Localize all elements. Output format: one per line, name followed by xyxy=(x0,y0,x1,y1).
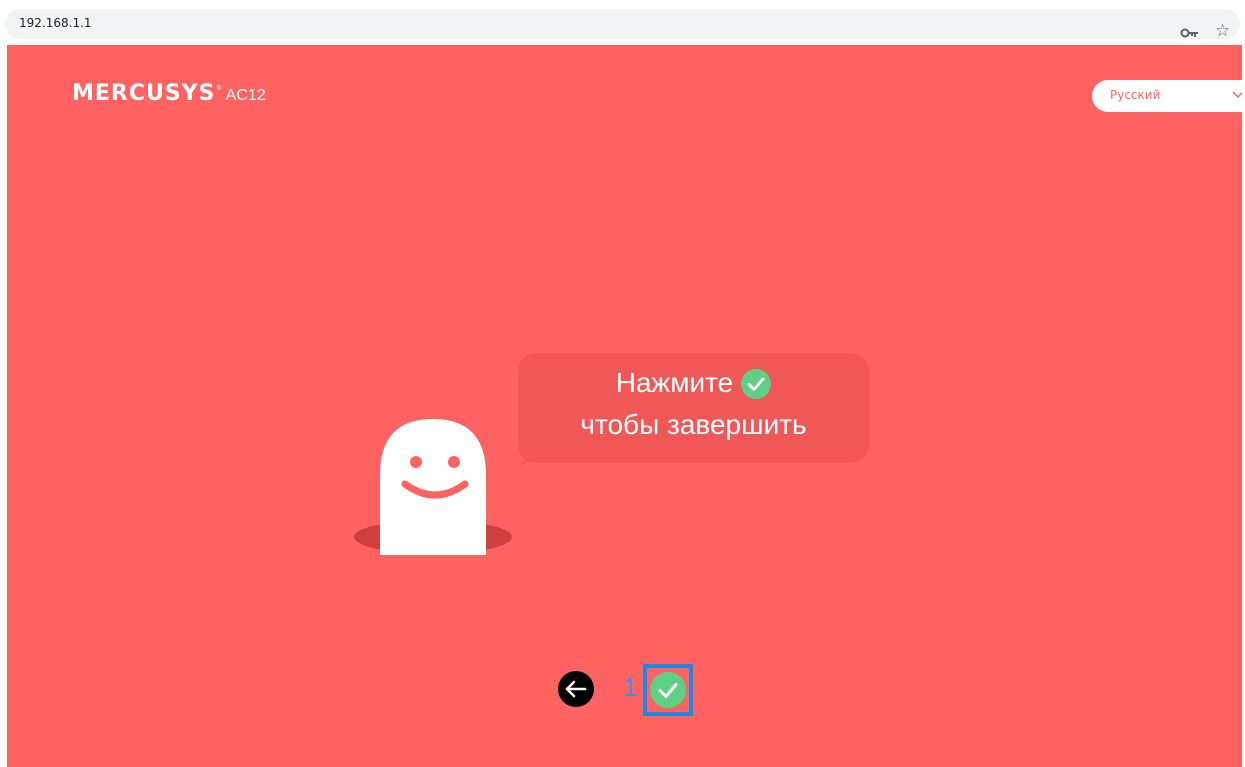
brand-name: MERCUSYS xyxy=(72,81,216,106)
setup-page: MERCUSYS ® AC12 Русский Нажмите чтобы за… xyxy=(7,45,1242,767)
bubble-line-1: Нажмите xyxy=(518,363,869,403)
chevron-down-icon xyxy=(1232,91,1242,99)
back-button[interactable] xyxy=(558,671,594,707)
brand-registered-mark: ® xyxy=(216,85,222,92)
ghost-illustration xyxy=(354,419,512,555)
url-text[interactable]: 192.168.1.1 xyxy=(19,16,92,30)
key-icon[interactable] xyxy=(1180,23,1200,43)
bubble-line-2: чтобы завершить xyxy=(580,409,807,440)
browser-toolbar: 192.168.1.1 ☆ xyxy=(0,0,1245,44)
language-select[interactable]: Русский xyxy=(1092,80,1242,112)
check-circle-icon[interactable] xyxy=(650,672,686,708)
check-circle-icon xyxy=(741,369,772,399)
address-bar[interactable]: 192.168.1.1 ☆ xyxy=(5,9,1240,41)
star-icon[interactable]: ☆ xyxy=(1215,21,1230,41)
model-name: AC12 xyxy=(225,87,266,104)
brand-logo: MERCUSYS ® AC12 xyxy=(72,81,266,106)
bubble-text-press: Нажмите xyxy=(615,367,734,398)
speech-bubble: Нажмите чтобы завершить xyxy=(518,353,869,463)
finish-button[interactable] xyxy=(643,664,693,716)
step-number: 1 xyxy=(623,672,638,702)
language-selected: Русский xyxy=(1110,88,1161,102)
